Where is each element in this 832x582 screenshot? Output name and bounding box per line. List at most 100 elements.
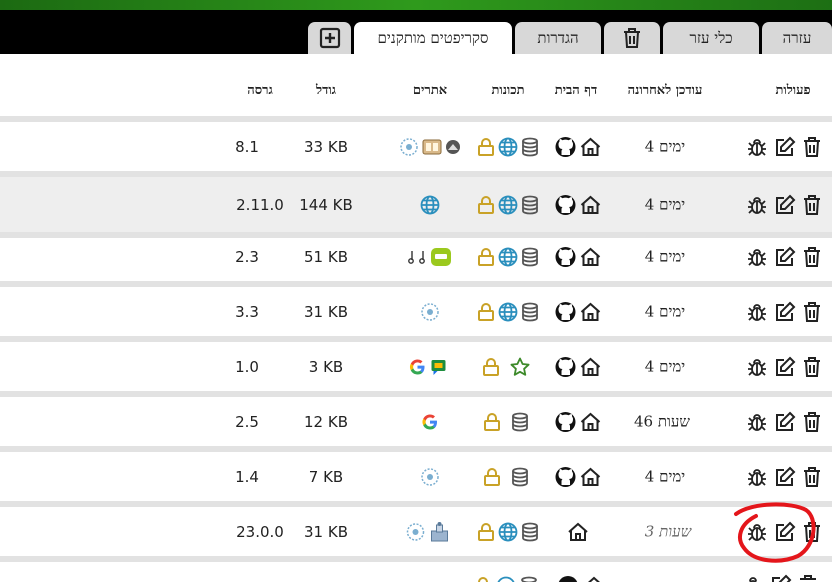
row-actions bbox=[746, 356, 822, 378]
tab-bar: עזרה כלי עזר הגדרות סקריפטים מותקנים bbox=[0, 10, 832, 54]
trash-icon[interactable] bbox=[802, 194, 822, 216]
edit-icon[interactable] bbox=[774, 246, 796, 268]
edit-icon[interactable] bbox=[774, 466, 796, 488]
header-actions: פעולות bbox=[775, 83, 811, 98]
homepage-links bbox=[555, 246, 602, 268]
site-favicon-icon[interactable] bbox=[430, 247, 452, 267]
trash-icon[interactable] bbox=[802, 136, 822, 158]
database-icon bbox=[522, 302, 538, 321]
github-icon[interactable] bbox=[557, 575, 579, 582]
trash-icon[interactable] bbox=[802, 411, 822, 433]
github-icon[interactable] bbox=[555, 136, 577, 158]
row-actions bbox=[742, 574, 818, 582]
bug-icon[interactable] bbox=[746, 356, 768, 378]
lock-icon bbox=[478, 137, 494, 156]
home-icon[interactable] bbox=[567, 521, 589, 543]
globe-icon bbox=[497, 576, 515, 582]
globe-icon[interactable] bbox=[420, 195, 440, 215]
feature-icons bbox=[477, 302, 539, 322]
header-features[interactable]: תכונות bbox=[491, 82, 524, 98]
trash-icon[interactable] bbox=[802, 356, 822, 378]
edit-icon[interactable] bbox=[774, 194, 796, 216]
bug-icon[interactable] bbox=[746, 246, 768, 268]
bug-icon[interactable] bbox=[742, 574, 764, 582]
site-favicon-icon[interactable] bbox=[406, 522, 426, 542]
header-sites[interactable]: אתרים bbox=[413, 82, 447, 98]
trash-icon[interactable] bbox=[802, 246, 822, 268]
github-icon[interactable] bbox=[555, 246, 577, 268]
github-icon[interactable] bbox=[555, 356, 577, 378]
bug-icon[interactable] bbox=[746, 466, 768, 488]
table-row: 4 ימים 7 KB 1.4 bbox=[0, 452, 832, 501]
home-icon[interactable] bbox=[580, 301, 602, 323]
home-icon[interactable] bbox=[580, 466, 602, 488]
version-value: 23.0.0 bbox=[236, 522, 284, 541]
header-updated[interactable]: עודכן לאחרונה bbox=[628, 82, 703, 98]
home-icon[interactable] bbox=[580, 411, 602, 433]
site-favicon-icon[interactable] bbox=[399, 137, 419, 157]
globe-icon bbox=[498, 247, 518, 266]
bug-icon[interactable] bbox=[746, 411, 768, 433]
edit-icon[interactable] bbox=[774, 521, 796, 543]
tab-utilities[interactable]: כלי עזר bbox=[663, 22, 759, 54]
tab-help[interactable]: עזרה bbox=[762, 22, 832, 54]
home-icon[interactable] bbox=[580, 356, 602, 378]
version-value: 3.3 bbox=[235, 302, 259, 321]
header-size[interactable]: גודל bbox=[316, 82, 336, 98]
bug-icon[interactable] bbox=[746, 301, 768, 323]
trash-icon bbox=[624, 28, 640, 48]
table-row: 4 ימים 3 KB 1.0 bbox=[0, 342, 832, 391]
updated-value: 4 ימים bbox=[644, 247, 686, 265]
header-homepage[interactable]: דף הבית bbox=[555, 82, 598, 98]
home-icon[interactable] bbox=[580, 136, 602, 158]
github-icon[interactable] bbox=[555, 411, 577, 433]
bug-icon[interactable] bbox=[746, 521, 768, 543]
homepage-links bbox=[567, 521, 589, 543]
size-value: 51 KB bbox=[304, 247, 348, 266]
top-green-banner bbox=[0, 0, 832, 10]
edit-icon[interactable] bbox=[774, 301, 796, 323]
tab-installed-scripts[interactable]: סקריפטים מותקנים bbox=[354, 22, 512, 54]
trash-icon[interactable] bbox=[798, 574, 818, 582]
size-value: 3 KB bbox=[308, 357, 344, 376]
google-icon[interactable] bbox=[421, 413, 439, 431]
trash-icon[interactable] bbox=[802, 521, 822, 543]
site-favicon-icon[interactable] bbox=[429, 521, 451, 543]
github-icon[interactable] bbox=[555, 301, 577, 323]
home-icon[interactable] bbox=[580, 246, 602, 268]
google-chat-icon[interactable] bbox=[430, 358, 448, 376]
size-value: 7 KB bbox=[308, 467, 344, 486]
home-icon[interactable] bbox=[583, 575, 605, 582]
github-icon[interactable] bbox=[555, 466, 577, 488]
site-icons bbox=[409, 358, 448, 376]
lock-icon bbox=[483, 357, 499, 376]
edit-icon[interactable] bbox=[774, 356, 796, 378]
version-value: 1.0 bbox=[235, 357, 259, 376]
bug-icon[interactable] bbox=[746, 194, 768, 216]
site-favicon-icon[interactable] bbox=[419, 249, 427, 265]
site-favicon-icon[interactable] bbox=[408, 249, 416, 265]
tab-trash[interactable] bbox=[604, 22, 660, 54]
database-icon bbox=[522, 247, 538, 266]
home-icon[interactable] bbox=[580, 194, 602, 216]
site-favicon-icon[interactable] bbox=[422, 138, 442, 156]
site-favicon-icon[interactable] bbox=[420, 467, 440, 487]
updated-value: 3 שעות bbox=[644, 522, 692, 540]
header-version[interactable]: גרסה bbox=[247, 82, 273, 98]
google-icon[interactable] bbox=[409, 358, 427, 376]
homepage-links bbox=[555, 301, 602, 323]
updated-value: 4 ימים bbox=[644, 137, 686, 155]
tab-utilities-label: כלי עזר bbox=[689, 28, 733, 47]
github-icon[interactable] bbox=[555, 194, 577, 216]
site-favicon-icon[interactable] bbox=[445, 139, 461, 155]
trash-icon[interactable] bbox=[802, 301, 822, 323]
edit-icon[interactable] bbox=[774, 411, 796, 433]
tab-settings[interactable]: הגדרות bbox=[515, 22, 601, 54]
edit-icon[interactable] bbox=[774, 136, 796, 158]
trash-icon[interactable] bbox=[802, 466, 822, 488]
size-value: 33 KB bbox=[304, 137, 348, 156]
bug-icon[interactable] bbox=[746, 136, 768, 158]
tab-add[interactable] bbox=[308, 22, 351, 54]
edit-icon[interactable] bbox=[770, 574, 792, 582]
site-favicon-icon[interactable] bbox=[420, 302, 440, 322]
